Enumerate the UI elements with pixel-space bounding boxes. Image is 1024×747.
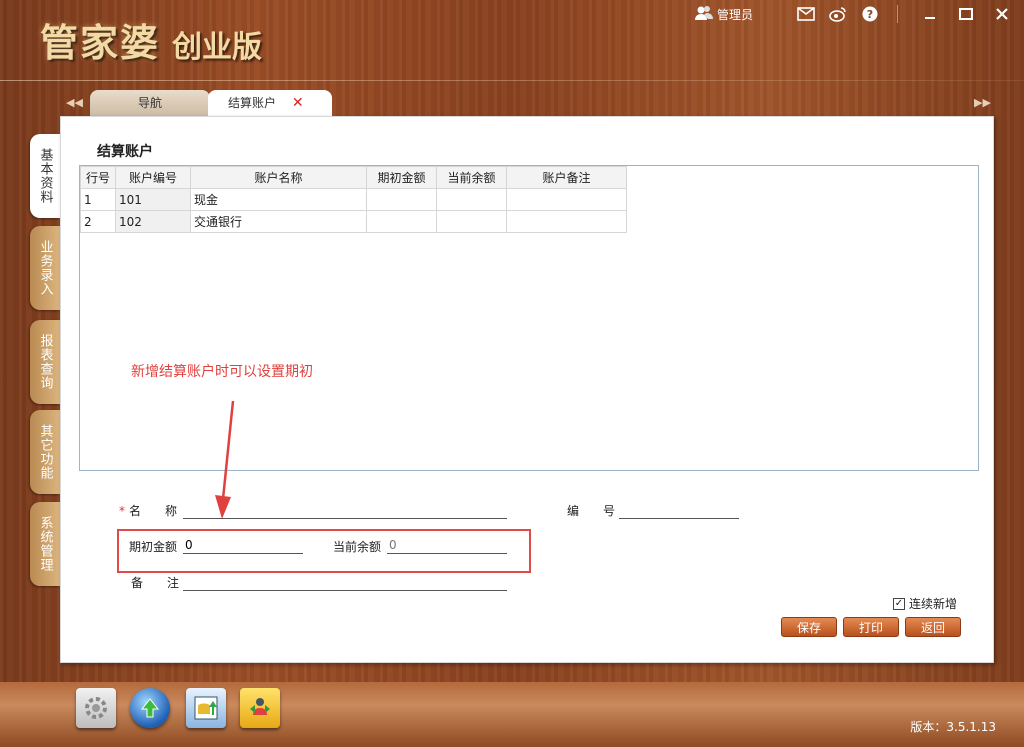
tab-scroll-left-icon[interactable]: ◀◀ (66, 96, 83, 109)
dock-bar: 版本：3.5.1.13 (0, 682, 1024, 747)
page-title: 结算账户 (97, 144, 153, 160)
side-tab-other-functions[interactable]: 其它功能 (30, 410, 60, 494)
update-globe-icon[interactable] (130, 688, 170, 728)
minimize-button[interactable] (918, 5, 942, 23)
continuous-add-label: 连续新增 (909, 597, 958, 611)
current-balance-cell (436, 188, 507, 211)
annotation-text: 新增结算账户时可以设置期初 (131, 364, 313, 380)
column-header[interactable]: 行号 (80, 166, 116, 189)
tab-bar: ◀◀ 导航 结算账户 ✕ ▶▶ (60, 90, 1000, 116)
side-tab-report-query[interactable]: 报表查询 (30, 320, 60, 404)
help-icon[interactable]: ? (859, 5, 881, 23)
opening-amount-input[interactable] (183, 536, 303, 554)
user-icon (694, 5, 713, 24)
toolbar-separator (897, 5, 898, 23)
code-input[interactable] (619, 501, 739, 519)
opening-amount-label: 期初金额 (129, 540, 178, 554)
table-row[interactable]: 1 101 现金 (80, 188, 627, 211)
user-name: 管理员 (716, 7, 753, 22)
tab-label: 导航 (137, 96, 162, 110)
opening-amount-cell (366, 188, 437, 211)
continuous-add-toggle[interactable]: ✓ 连续新增 (893, 595, 957, 612)
table-row[interactable]: 2 102 交通银行 (80, 210, 627, 233)
side-tab-system-management[interactable]: 系统管理 (30, 502, 60, 586)
account-name-cell: 现金 (190, 188, 367, 211)
tab-settlement-account[interactable]: 结算账户 ✕ (208, 90, 332, 116)
required-marker: * (119, 504, 125, 518)
close-window-button[interactable] (990, 5, 1014, 23)
side-tab-basic-info[interactable]: 基本资料 (30, 134, 60, 218)
side-tab-label: 业务录入 (37, 240, 53, 296)
column-header[interactable]: 期初金额 (366, 166, 437, 189)
account-code-cell: 102 (115, 210, 191, 233)
database-upload-icon[interactable] (186, 688, 226, 728)
user-exchange-icon[interactable] (240, 688, 280, 728)
row-number-cell: 2 (80, 210, 116, 233)
remark-input[interactable] (183, 573, 507, 591)
current-balance-label: 当前余额 (333, 540, 382, 554)
svg-text:?: ? (867, 8, 873, 21)
side-tab-label: 其它功能 (37, 424, 53, 480)
window-toolbar: 管理员 ? (694, 4, 1014, 24)
remark-field-label: 备 注 (131, 576, 180, 590)
continuous-add-checkbox[interactable]: ✓ (893, 597, 905, 610)
main-panel: 结算账户 行号 账户编号 账户名称 期初金额 当前余额 账户备注 1 101 现… (60, 116, 994, 663)
close-tab-icon[interactable]: ✕ (292, 95, 304, 111)
brand-edition: 创业版 (172, 30, 262, 65)
account-name-cell: 交通银行 (190, 210, 367, 233)
side-tab-label: 系统管理 (37, 516, 53, 572)
weibo-icon[interactable] (827, 5, 849, 23)
code-field-label: 编 号 (567, 504, 616, 518)
tab-navigation[interactable]: 导航 (90, 90, 210, 116)
version-label: 版本：3.5.1.13 (910, 720, 996, 734)
current-balance-cell (436, 210, 507, 233)
maximize-button[interactable] (954, 5, 978, 23)
account-code-cell: 101 (115, 188, 191, 211)
header-divider (0, 80, 1024, 81)
opening-amount-cell (366, 210, 437, 233)
account-remark-cell (506, 188, 627, 211)
column-header[interactable]: 账户编号 (115, 166, 191, 189)
back-button[interactable]: 返回 (905, 617, 961, 637)
name-input[interactable] (183, 501, 507, 519)
brand-title: 管家婆 (40, 20, 161, 65)
mail-icon[interactable] (795, 5, 817, 23)
account-table: 行号 账户编号 账户名称 期初金额 当前余额 账户备注 1 101 现金 2 1… (80, 166, 627, 233)
account-remark-cell (506, 210, 627, 233)
column-header[interactable]: 账户备注 (506, 166, 627, 189)
column-header[interactable]: 当前余额 (436, 166, 507, 189)
user-menu[interactable]: 管理员 (694, 5, 753, 24)
tab-scroll-right-icon[interactable]: ▶▶ (974, 96, 991, 109)
save-button[interactable]: 保存 (781, 617, 837, 637)
row-number-cell: 1 (80, 188, 116, 211)
table-header-row: 行号 账户编号 账户名称 期初金额 当前余额 账户备注 (80, 166, 627, 189)
print-button[interactable]: 打印 (843, 617, 899, 637)
tab-label: 结算账户 (228, 96, 277, 110)
side-tab-label: 基本资料 (37, 148, 53, 204)
column-header[interactable]: 账户名称 (190, 166, 367, 189)
current-balance-input[interactable] (387, 536, 507, 554)
side-tab-business-entry[interactable]: 业务录入 (30, 226, 60, 310)
side-tab-label: 报表查询 (37, 334, 53, 390)
name-field-label: * 名 称 (119, 504, 178, 518)
settings-gear-icon[interactable] (76, 688, 116, 728)
